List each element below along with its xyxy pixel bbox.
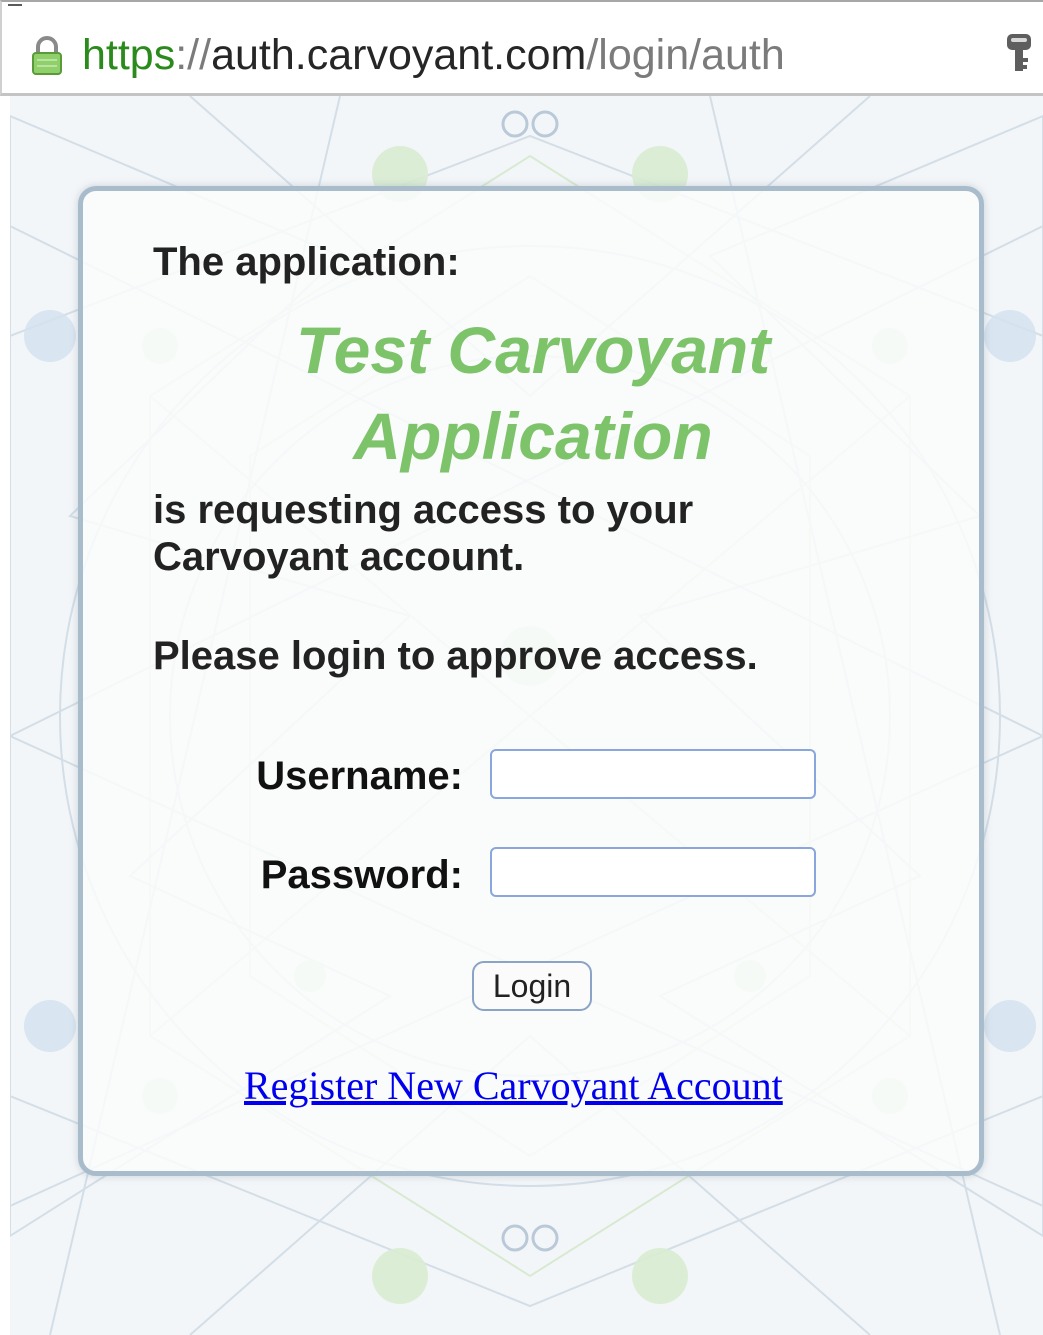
lock-icon (32, 36, 62, 75)
password-label: Password: (260, 853, 463, 897)
key-icon[interactable] (1004, 32, 1034, 76)
app-name: Test Carvoyant Application (295, 313, 771, 473)
url-scheme: https (82, 31, 176, 79)
url-text[interactable]: https://auth.carvoyant.com/login/auth (82, 26, 785, 84)
username-field[interactable] (490, 749, 816, 799)
url-path: /login/auth (586, 31, 785, 79)
url-separator: :// (175, 31, 212, 79)
login-card: The application: Test Carvoyant Applicat… (78, 186, 984, 1176)
register-account-link[interactable]: Register New Carvoyant Account (244, 1062, 783, 1110)
login-prompt: Please login to approve access. (153, 634, 758, 678)
address-bar[interactable]: https://auth.carvoyant.com/login/auth (0, 0, 1043, 96)
intro-text: The application: (153, 240, 460, 284)
password-field[interactable] (490, 847, 816, 897)
window-edge-mark (8, 4, 22, 6)
browser-window: https://auth.carvoyant.com/login/auth Th… (0, 0, 1043, 1335)
request-text: is requesting access to your Carvoyant a… (153, 488, 694, 579)
username-label: Username: (256, 754, 463, 798)
page-content: The application: Test Carvoyant Applicat… (10, 96, 1043, 1335)
login-button[interactable]: Login (472, 961, 592, 1011)
url-host: auth.carvoyant.com (211, 31, 587, 79)
